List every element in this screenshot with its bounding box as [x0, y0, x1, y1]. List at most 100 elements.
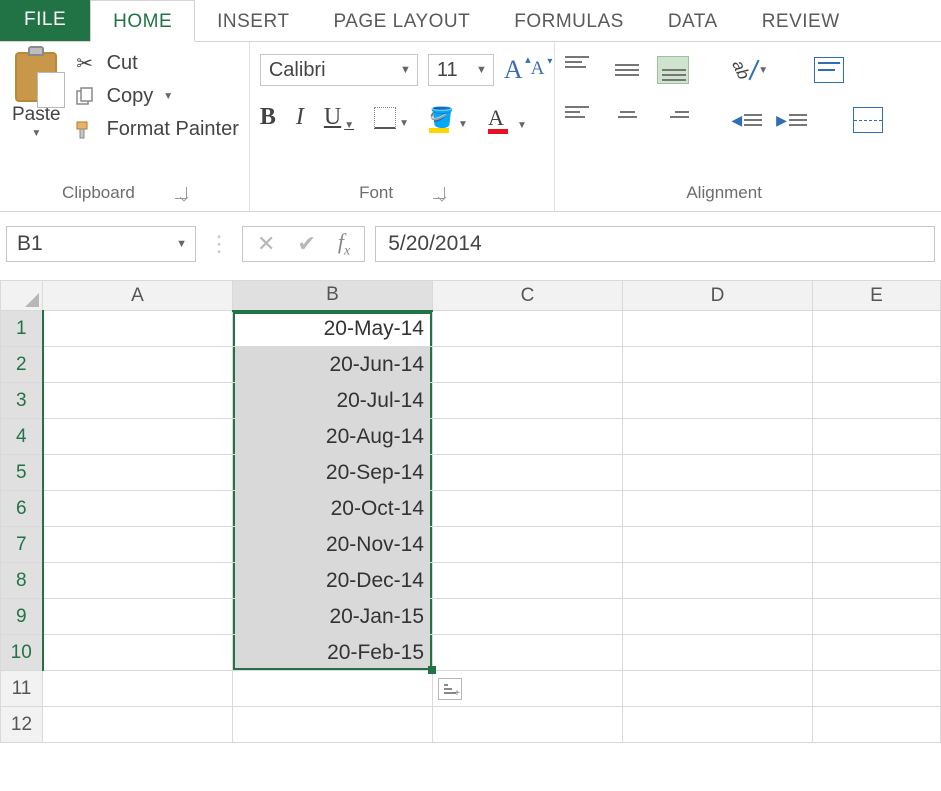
cell-C12[interactable] [433, 707, 623, 743]
fill-handle[interactable] [428, 666, 436, 674]
insert-function-icon[interactable]: fx [338, 229, 350, 259]
row-header-7[interactable]: 7 [1, 527, 43, 563]
cell-B1[interactable]: 20-May-14 [233, 311, 433, 347]
cell-C9[interactable] [433, 599, 623, 635]
align-bottom-button[interactable] [657, 56, 689, 84]
cell-C6[interactable] [433, 491, 623, 527]
cell-E2[interactable] [813, 347, 941, 383]
col-header-B[interactable]: B [233, 281, 433, 311]
cell-B12[interactable] [233, 707, 433, 743]
cell-E5[interactable] [813, 455, 941, 491]
row-header-11[interactable]: 11 [1, 671, 43, 707]
tab-insert[interactable]: INSERT [195, 1, 311, 41]
cell-E11[interactable] [813, 671, 941, 707]
cut-button[interactable]: ✂ Cut [73, 52, 239, 75]
cell-B2[interactable]: 20-Jun-14 [233, 347, 433, 383]
cell-E12[interactable] [813, 707, 941, 743]
row-header-2[interactable]: 2 [1, 347, 43, 383]
tab-data[interactable]: DATA [646, 1, 740, 41]
cell-B8[interactable]: 20-Dec-14 [233, 563, 433, 599]
row-header-3[interactable]: 3 [1, 383, 43, 419]
cell-D2[interactable] [623, 347, 813, 383]
cell-A9[interactable] [43, 599, 233, 635]
cell-E10[interactable] [813, 635, 941, 671]
font-dialog-launcher-icon[interactable] [433, 187, 445, 199]
cell-D6[interactable] [623, 491, 813, 527]
paste-dropdown-icon[interactable]: ▼ [31, 128, 41, 139]
cell-C4[interactable] [433, 419, 623, 455]
row-header-10[interactable]: 10 [1, 635, 43, 671]
cell-A3[interactable] [43, 383, 233, 419]
row-header-6[interactable]: 6 [1, 491, 43, 527]
cell-D10[interactable] [623, 635, 813, 671]
tab-review[interactable]: REVIEW [740, 1, 862, 41]
cancel-formula-icon[interactable]: ✕ [257, 231, 275, 257]
col-header-E[interactable]: E [813, 281, 941, 311]
name-box[interactable]: B1 ▼ [6, 226, 196, 262]
col-header-A[interactable]: A [43, 281, 233, 311]
format-painter-button[interactable]: Format Painter [73, 118, 239, 141]
cell-A7[interactable] [43, 527, 233, 563]
font-color-button[interactable]: A▼ [488, 105, 527, 131]
decrease-indent-button[interactable]: ◀ [731, 112, 762, 129]
increase-indent-button[interactable]: ▶ [776, 112, 807, 129]
italic-button[interactable]: I [296, 104, 304, 131]
align-top-button[interactable] [565, 56, 597, 84]
cell-A8[interactable] [43, 563, 233, 599]
cell-C1[interactable] [433, 311, 623, 347]
copy-dropdown-icon[interactable]: ▼ [163, 91, 173, 102]
align-middle-button[interactable] [611, 56, 643, 84]
spreadsheet-grid[interactable]: ABCDE120-May-14220-Jun-14320-Jul-14420-A… [0, 280, 941, 743]
wrap-text-icon[interactable] [814, 57, 844, 83]
cell-B5[interactable]: 20-Sep-14 [233, 455, 433, 491]
cell-A12[interactable] [43, 707, 233, 743]
formula-bar[interactable]: 5/20/2014 [375, 226, 935, 262]
cell-B10[interactable]: 20-Feb-15 [233, 635, 433, 671]
row-header-1[interactable]: 1 [1, 311, 43, 347]
cell-D7[interactable] [623, 527, 813, 563]
cell-A6[interactable] [43, 491, 233, 527]
cell-D5[interactable] [623, 455, 813, 491]
cell-D1[interactable] [623, 311, 813, 347]
align-right-button[interactable] [657, 106, 689, 134]
cell-E8[interactable] [813, 563, 941, 599]
cell-C2[interactable] [433, 347, 623, 383]
merge-center-icon[interactable] [853, 107, 883, 133]
cell-E6[interactable] [813, 491, 941, 527]
cell-D12[interactable] [623, 707, 813, 743]
border-button[interactable]: ▼ [374, 107, 409, 129]
decrease-font-icon[interactable]: A▾ [531, 58, 545, 88]
row-header-12[interactable]: 12 [1, 707, 43, 743]
col-header-D[interactable]: D [623, 281, 813, 311]
cell-A1[interactable] [43, 311, 233, 347]
col-header-C[interactable]: C [433, 281, 623, 311]
increase-font-icon[interactable]: A▴ [504, 55, 523, 85]
cell-E9[interactable] [813, 599, 941, 635]
font-name-combo[interactable]: Calibri ▼ [260, 54, 418, 86]
cell-D11[interactable] [623, 671, 813, 707]
row-header-8[interactable]: 8 [1, 563, 43, 599]
align-center-button[interactable] [611, 106, 643, 134]
cell-D3[interactable] [623, 383, 813, 419]
row-header-5[interactable]: 5 [1, 455, 43, 491]
cell-E3[interactable] [813, 383, 941, 419]
cell-A2[interactable] [43, 347, 233, 383]
copy-button[interactable]: Copy ▼ [73, 85, 239, 108]
tab-file[interactable]: FILE [0, 0, 90, 41]
orientation-button[interactable]: ab▼ [731, 59, 768, 81]
underline-button[interactable]: U▼ [324, 104, 354, 131]
cell-C8[interactable] [433, 563, 623, 599]
cell-B6[interactable]: 20-Oct-14 [233, 491, 433, 527]
cell-B4[interactable]: 20-Aug-14 [233, 419, 433, 455]
cell-C3[interactable] [433, 383, 623, 419]
cell-B7[interactable]: 20-Nov-14 [233, 527, 433, 563]
cell-C10[interactable] [433, 635, 623, 671]
tab-page-layout[interactable]: PAGE LAYOUT [311, 1, 492, 41]
select-all-corner[interactable] [1, 281, 43, 311]
cell-B3[interactable]: 20-Jul-14 [233, 383, 433, 419]
cell-C7[interactable] [433, 527, 623, 563]
clipboard-dialog-launcher-icon[interactable] [175, 187, 187, 199]
align-left-button[interactable] [565, 106, 597, 134]
fill-color-button[interactable]: 🪣▼ [429, 105, 468, 130]
bold-button[interactable]: B [260, 104, 276, 131]
